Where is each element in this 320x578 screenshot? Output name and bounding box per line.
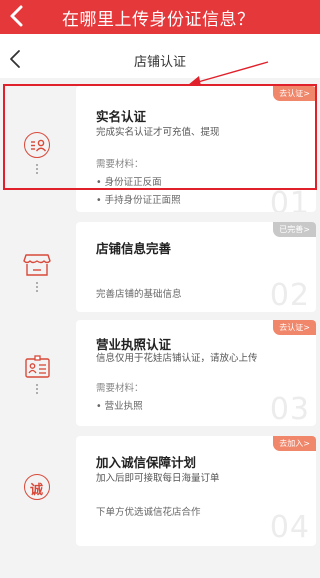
card-desc: 完善店铺的基础信息 — [96, 289, 182, 300]
card-title: 店铺信息完善 — [96, 241, 172, 256]
step-number: 02 — [269, 278, 310, 312]
join-badge[interactable]: 去加入> — [273, 436, 316, 451]
step-connector — [36, 282, 39, 294]
materials-label: 需要材料： — [96, 383, 144, 394]
store-icon — [22, 252, 52, 278]
card-business-license[interactable]: 去认证> 营业执照认证 信息仅用于花娃店铺认证，请放心上传 需要材料： • 营业… — [76, 320, 316, 426]
material-item: • 营业执照 — [96, 401, 143, 412]
card-desc-secondary: 下单方优选诚信花店合作 — [96, 507, 201, 518]
card-desc: 加入后即可接取每日海量订单 — [96, 473, 220, 484]
integrity-icon: 诚 — [24, 474, 50, 500]
card-integrity-plan[interactable]: 去加入> 加入诚信保障计划 加入后即可接取每日海量订单 下单方优选诚信花店合作 … — [76, 436, 316, 546]
material-item: • 手持身份证正面照 — [96, 195, 181, 206]
license-card-icon — [24, 354, 52, 380]
step-number: 03 — [269, 392, 310, 426]
go-verify-badge[interactable]: 去认证> — [273, 320, 316, 335]
annotation-arrow-icon — [188, 61, 269, 86]
completed-badge[interactable]: 已完善> — [273, 222, 316, 237]
card-title: 加入诚信保障计划 — [96, 455, 197, 470]
step-number: 04 — [269, 510, 310, 545]
card-store-info[interactable]: 已完善> 店铺信息完善 完善店铺的基础信息 02 — [76, 222, 316, 312]
integrity-glyph: 诚 — [29, 483, 43, 498]
card-desc: 信息仅用于花娃店铺认证，请放心上传 — [96, 353, 258, 364]
step-connector — [36, 384, 39, 396]
